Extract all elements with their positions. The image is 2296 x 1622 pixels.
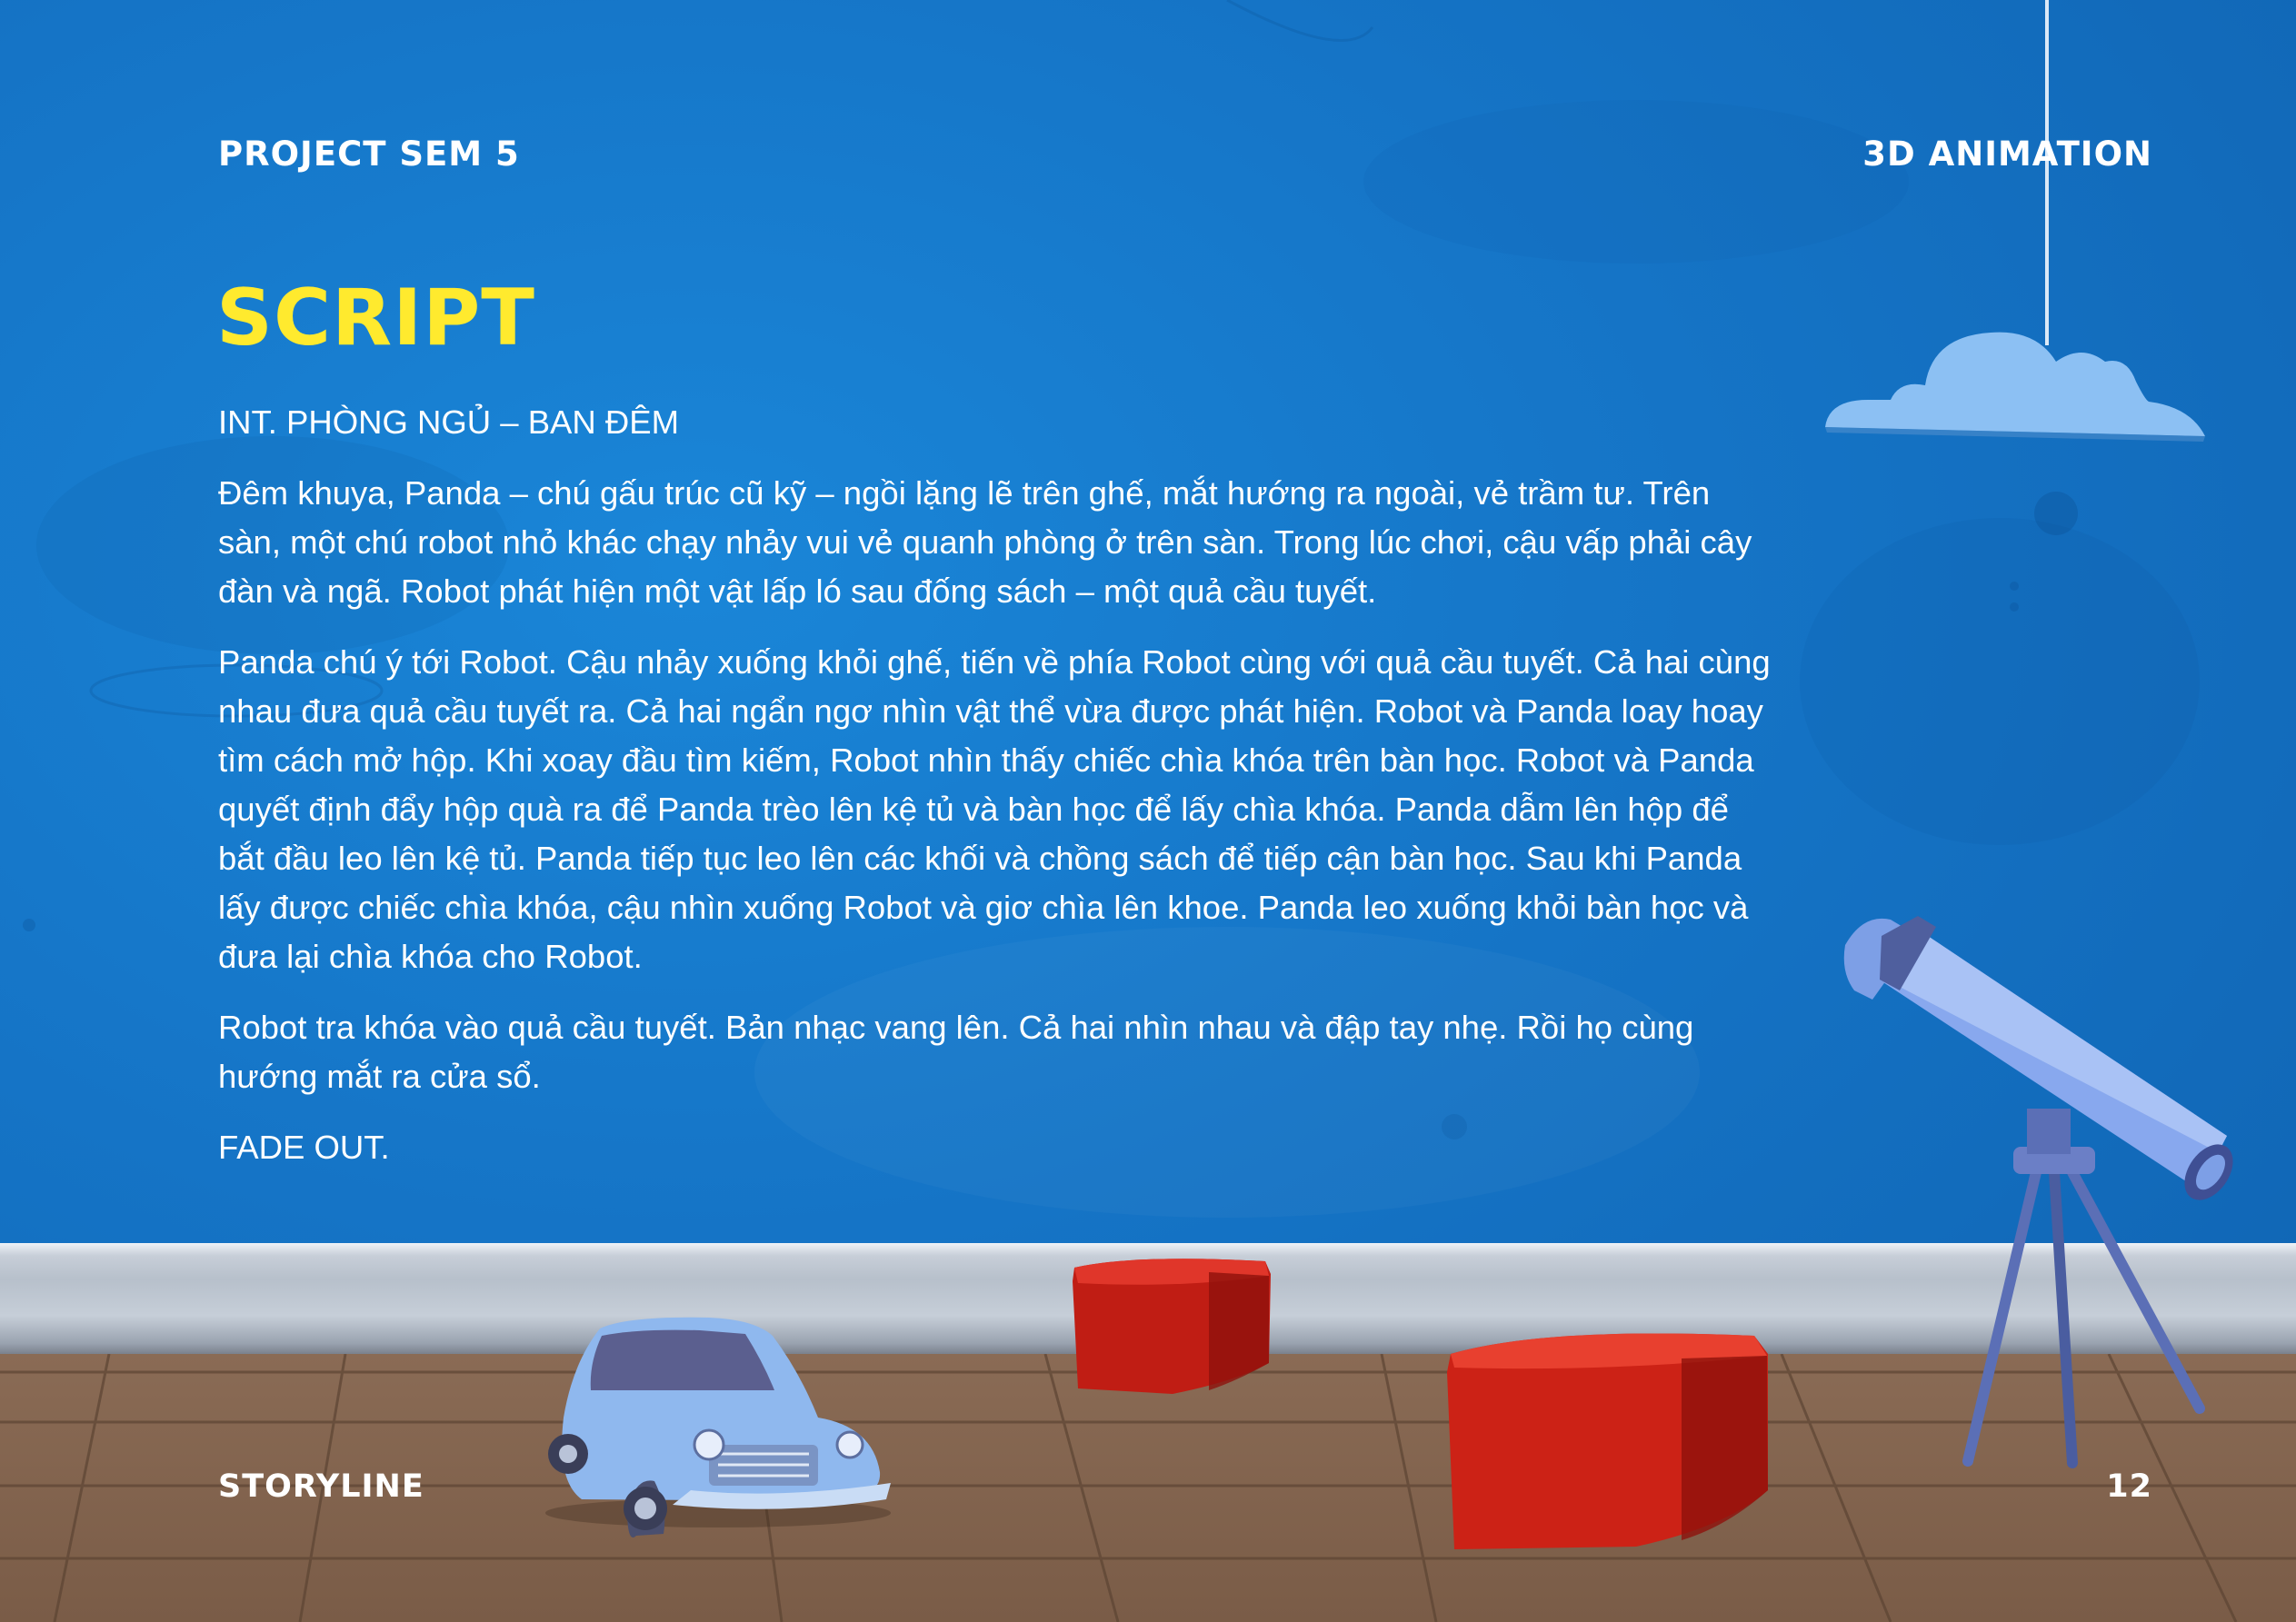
header-project-label: PROJECT SEM 5 [218,134,520,174]
script-paragraph: Robot tra khóa vào quả cầu tuyết. Bản nh… [218,1009,1694,1095]
page-number: 12 [2106,1468,2152,1505]
page-title: SCRIPT [216,273,535,363]
script-closing: FADE OUT. [218,1129,390,1166]
page: PROJECT SEM 5 3D ANIMATION SCRIPT INT. P… [0,0,2296,1622]
script-body: INT. PHÒNG NGỦ – BAN ĐÊM Đêm khuya, Pand… [218,398,1782,1194]
wall-baseboard [0,1243,2296,1354]
scene-heading: INT. PHÒNG NGỦ – BAN ĐÊM [218,403,680,441]
header-subject-label: 3D ANIMATION [1862,134,2152,174]
script-paragraph: Đêm khuya, Panda – chú gấu trúc cũ kỹ – … [218,474,1752,610]
footer-section-label: STORYLINE [218,1468,424,1505]
script-paragraph: Panda chú ý tới Robot. Cậu nhảy xuống kh… [218,643,1771,975]
